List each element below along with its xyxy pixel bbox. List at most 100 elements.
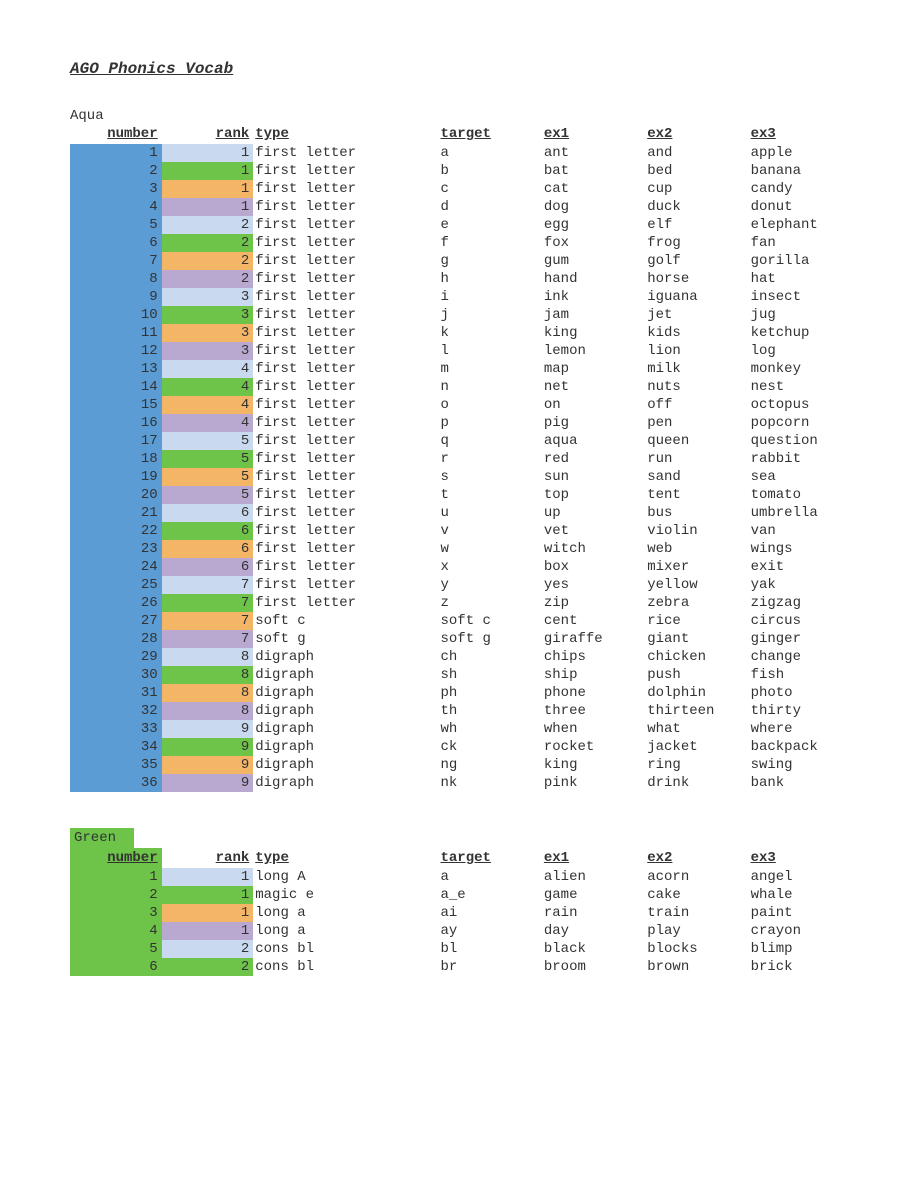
vocab-table: numberranktypetargetex1ex2ex311first let… xyxy=(70,124,850,792)
cell-number: 4 xyxy=(70,922,162,940)
cell-example: giant xyxy=(643,630,746,648)
cell-rank: 5 xyxy=(162,450,254,468)
cell-rank: 3 xyxy=(162,324,254,342)
cell-target: w xyxy=(437,540,540,558)
cell-target: u xyxy=(437,504,540,522)
cell-example: cup xyxy=(643,180,746,198)
cell-rank: 7 xyxy=(162,612,254,630)
cell-target: f xyxy=(437,234,540,252)
column-header: ex1 xyxy=(540,124,643,144)
table-row: 185first letterrredrunrabbit xyxy=(70,450,850,468)
cell-example: paint xyxy=(747,904,850,922)
cell-number: 1 xyxy=(70,144,162,162)
cell-type: first letter xyxy=(253,540,436,558)
cell-example: brick xyxy=(747,958,850,976)
cell-example: insect xyxy=(747,288,850,306)
cell-target: v xyxy=(437,522,540,540)
cell-number: 1 xyxy=(70,868,162,886)
cell-example: nest xyxy=(747,378,850,396)
cell-example: game xyxy=(540,886,643,904)
table-row: 328digraphththreethirteenthirty xyxy=(70,702,850,720)
cell-example: duck xyxy=(643,198,746,216)
cell-target: j xyxy=(437,306,540,324)
table-row: 113first letterkkingkidsketchup xyxy=(70,324,850,342)
cell-example: ink xyxy=(540,288,643,306)
cell-target: ay xyxy=(437,922,540,940)
cell-example: fan xyxy=(747,234,850,252)
table-row: 31first letterccatcupcandy xyxy=(70,180,850,198)
cell-number: 21 xyxy=(70,504,162,522)
table-row: 154first letteroonoffoctopus xyxy=(70,396,850,414)
cell-rank: 1 xyxy=(162,904,254,922)
cell-rank: 9 xyxy=(162,756,254,774)
cell-example: tent xyxy=(643,486,746,504)
cell-number: 6 xyxy=(70,234,162,252)
cell-example: jam xyxy=(540,306,643,324)
cell-rank: 2 xyxy=(162,216,254,234)
cell-example: rabbit xyxy=(747,450,850,468)
cell-number: 3 xyxy=(70,904,162,922)
table-row: 205first letterttoptenttomato xyxy=(70,486,850,504)
cell-type: first letter xyxy=(253,504,436,522)
cell-rank: 1 xyxy=(162,162,254,180)
table-row: 123first letterllemonlionlog xyxy=(70,342,850,360)
cell-rank: 8 xyxy=(162,684,254,702)
cell-example: dolphin xyxy=(643,684,746,702)
table-row: 41first letterddogduckdonut xyxy=(70,198,850,216)
cell-number: 9 xyxy=(70,288,162,306)
cell-type: first letter xyxy=(253,450,436,468)
cell-example: zip xyxy=(540,594,643,612)
cell-rank: 2 xyxy=(162,234,254,252)
cell-type: long A xyxy=(253,868,436,886)
cell-target: s xyxy=(437,468,540,486)
column-header: ex1 xyxy=(540,848,643,868)
cell-example: bus xyxy=(643,504,746,522)
cell-rank: 4 xyxy=(162,414,254,432)
cell-example: zigzag xyxy=(747,594,850,612)
cell-type: first letter xyxy=(253,360,436,378)
cell-example: iguana xyxy=(643,288,746,306)
cell-target: c xyxy=(437,180,540,198)
cell-rank: 9 xyxy=(162,720,254,738)
cell-example: pig xyxy=(540,414,643,432)
page-title: AGO Phonics Vocab xyxy=(70,60,850,78)
cell-example: blocks xyxy=(643,940,746,958)
cell-target: a xyxy=(437,868,540,886)
table-row: 359digraphngkingringswing xyxy=(70,756,850,774)
cell-type: first letter xyxy=(253,396,436,414)
column-header: type xyxy=(253,124,436,144)
cell-type: first letter xyxy=(253,234,436,252)
cell-rank: 2 xyxy=(162,270,254,288)
cell-example: blimp xyxy=(747,940,850,958)
cell-example: chicken xyxy=(643,648,746,666)
cell-example: crayon xyxy=(747,922,850,940)
cell-number: 4 xyxy=(70,198,162,216)
cell-target: n xyxy=(437,378,540,396)
cell-example: apple xyxy=(747,144,850,162)
table-row: 11first letteraantandapple xyxy=(70,144,850,162)
cell-example: push xyxy=(643,666,746,684)
cell-rank: 9 xyxy=(162,774,254,792)
cell-rank: 4 xyxy=(162,396,254,414)
table-row: 62first letterffoxfrogfan xyxy=(70,234,850,252)
cell-type: digraph xyxy=(253,648,436,666)
cell-number: 22 xyxy=(70,522,162,540)
cell-number: 5 xyxy=(70,940,162,958)
cell-example: log xyxy=(747,342,850,360)
cell-rank: 3 xyxy=(162,306,254,324)
cell-rank: 2 xyxy=(162,958,254,976)
table-row: 62cons blbrbroombrownbrick xyxy=(70,958,850,976)
vocab-table: numberranktypetargetex1ex2ex311long Aaal… xyxy=(70,848,850,976)
cell-target: ch xyxy=(437,648,540,666)
cell-number: 10 xyxy=(70,306,162,324)
cell-example: black xyxy=(540,940,643,958)
cell-number: 15 xyxy=(70,396,162,414)
table-row: 103first letterjjamjetjug xyxy=(70,306,850,324)
cell-example: tomato xyxy=(747,486,850,504)
cell-example: alien xyxy=(540,868,643,886)
table-row: 195first letterssunsandsea xyxy=(70,468,850,486)
cell-example: web xyxy=(643,540,746,558)
column-header: target xyxy=(437,124,540,144)
table-row: 11long Aaalienacornangel xyxy=(70,868,850,886)
cell-type: long a xyxy=(253,922,436,940)
